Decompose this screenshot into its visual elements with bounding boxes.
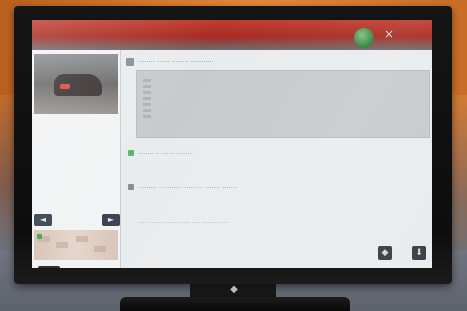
monitor-stand-base	[120, 297, 350, 311]
screen-glare	[32, 20, 432, 268]
monitor-screen: × ◄ ► ........ .... ........ ...... ....…	[32, 20, 432, 268]
monitor-logo-icon: ◆	[230, 284, 238, 295]
